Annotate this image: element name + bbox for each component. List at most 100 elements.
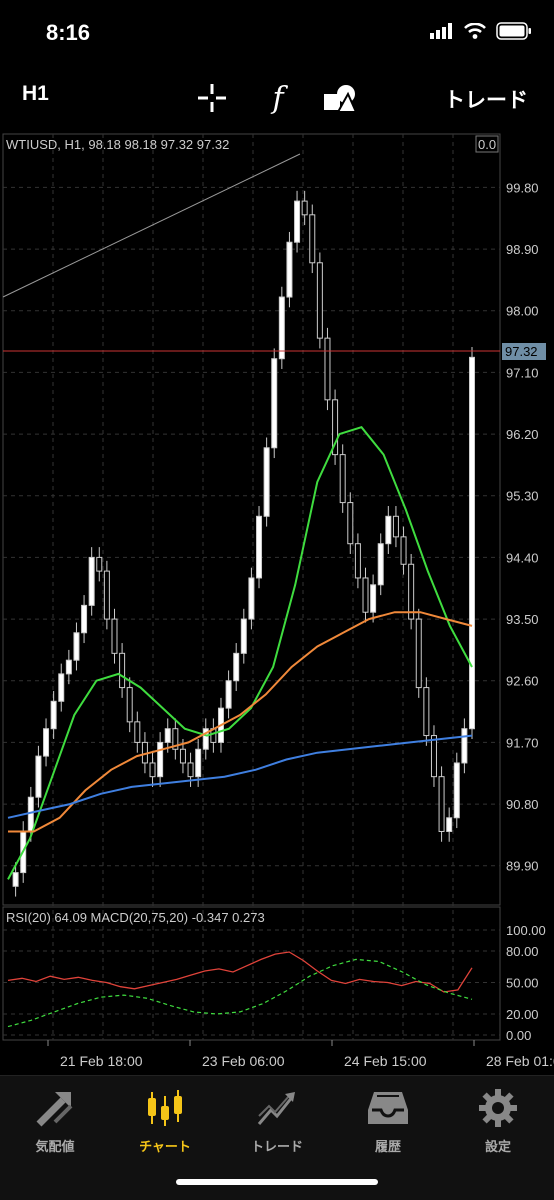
trade-chart-icon — [222, 1086, 332, 1130]
candle-body — [195, 748, 202, 778]
history-tray-icon — [333, 1086, 443, 1130]
price-tick-label: 92.60 — [506, 674, 539, 689]
sub-tick-label: 80.00 — [506, 944, 539, 959]
candle-body — [370, 584, 377, 613]
candle-body — [309, 214, 316, 264]
tab-history-label: 履歴 — [374, 1139, 401, 1154]
candle-body — [339, 454, 346, 504]
price-tick-label: 93.50 — [506, 612, 539, 627]
sub-tick-label: 20.00 — [506, 1007, 539, 1022]
candle-body — [119, 652, 126, 689]
candle-body — [408, 563, 415, 620]
candles — [12, 190, 475, 897]
tab-quotes-label: 気配値 — [35, 1139, 75, 1154]
candle-body — [263, 447, 270, 517]
candle-body — [73, 632, 80, 661]
chart-canvas[interactable]: 99.80 98.90 98.00 97.10 96.20 95.30 94.40 93.50… — [0, 130, 554, 1072]
chart-header: WTIUSD, H1, 98.18 98.18 97.32 97.32 — [6, 137, 229, 152]
candle-body — [233, 652, 240, 682]
candle-body — [415, 618, 422, 689]
home-indicator — [176, 1179, 378, 1185]
timeframe-button[interactable]: H1 — [22, 82, 49, 106]
tab-chart[interactable]: チャート — [110, 1086, 220, 1155]
main-panel-frame — [2, 133, 501, 906]
candle-body — [35, 755, 42, 798]
price-tick-label: 89.90 — [506, 859, 539, 874]
candle-body — [377, 543, 384, 586]
ma-line — [7, 734, 473, 819]
trendline — [2, 153, 301, 298]
candle-body — [134, 721, 141, 743]
candle-body — [400, 536, 407, 565]
chart-toolbar: H1 f トレード — [0, 70, 554, 126]
candle-body — [461, 728, 468, 764]
candle-body — [179, 748, 186, 764]
candle-body — [286, 241, 293, 298]
status-time: 8:16 — [46, 20, 91, 45]
candle-body — [58, 673, 65, 702]
price-tick-label: 96.20 — [506, 427, 539, 442]
battery-icon — [496, 22, 531, 40]
trade-link[interactable]: トレード — [444, 84, 528, 114]
candle-body — [271, 358, 278, 449]
candle-body — [187, 762, 194, 778]
candle-body — [43, 728, 50, 757]
tab-trade[interactable]: トレード — [222, 1086, 332, 1155]
candle-body — [453, 762, 460, 819]
price-tick-label: 98.00 — [506, 304, 539, 319]
candle-body — [423, 687, 430, 737]
crosshair-icon[interactable] — [192, 78, 232, 118]
candle-body — [294, 200, 301, 243]
price-tick-label: 97.10 — [506, 365, 539, 380]
signal-icon — [430, 23, 452, 39]
candle-body — [446, 817, 453, 832]
candle-body — [362, 577, 369, 613]
candle-body — [438, 776, 445, 832]
price-tick-label: 91.70 — [506, 735, 539, 750]
candle-body — [96, 556, 103, 572]
function-icon[interactable]: f — [258, 78, 298, 118]
wifi-icon — [464, 23, 486, 39]
price-chart[interactable]: 99.80 98.90 98.00 97.10 96.20 95.30 94.40 93.50… — [0, 130, 554, 1072]
corner-value: 0.0 — [478, 137, 496, 152]
current-price-label: 97.32 — [505, 344, 538, 359]
tab-settings[interactable]: 設定 — [443, 1086, 553, 1155]
time-tick-label: 23 Feb 06:00 — [202, 1053, 285, 1069]
candle-body — [149, 762, 156, 778]
time-tick-label: 24 Feb 15:00 — [344, 1053, 427, 1069]
price-tick-label: 94.40 — [506, 550, 539, 565]
status-bar: 8:16 — [0, 0, 554, 70]
candle-body — [430, 735, 437, 778]
time-tick-label: 28 Feb 01:0 — [486, 1053, 554, 1069]
tab-trade-label: トレード — [250, 1139, 303, 1154]
candle-body — [27, 796, 34, 832]
candle-body — [111, 618, 118, 654]
candle-body — [256, 515, 263, 579]
quotes-arrows-icon — [0, 1086, 110, 1130]
indicator-lines — [7, 426, 473, 1028]
candle-body — [301, 200, 308, 216]
price-tick-label: 99.80 — [506, 180, 539, 195]
shapes-icon[interactable] — [320, 78, 360, 118]
time-axis: 21 Feb 18:00 23 Feb 06:00 24 Feb 15:00 28 F… — [47, 1040, 554, 1069]
tab-quotes[interactable]: 気配値 — [0, 1086, 110, 1155]
candle-body — [157, 741, 164, 778]
time-tick-label: 21 Feb 18:00 — [60, 1053, 143, 1069]
candle-body — [12, 872, 19, 887]
sub-tick-label: 50.00 — [506, 976, 539, 991]
candle-body — [278, 296, 285, 360]
candle-body — [347, 502, 354, 545]
sub-axis: 100.00 80.00 50.00 20.00 0.00 — [506, 923, 546, 1043]
candle-body — [65, 659, 72, 675]
candle-body — [126, 687, 133, 723]
candle-body — [385, 515, 392, 545]
candle-body — [88, 556, 95, 606]
tab-chart-label: チャート — [139, 1139, 191, 1154]
candle-body — [50, 700, 57, 730]
candles-icon — [110, 1086, 220, 1130]
candle-body — [81, 604, 88, 634]
sub-tick-label: 100.00 — [506, 923, 546, 938]
tab-history[interactable]: 履歴 — [333, 1086, 443, 1155]
candle-body — [469, 356, 475, 730]
sub-header: RSI(20) 64.09 MACD(20,75,20) -0.347 0.27… — [6, 910, 265, 925]
